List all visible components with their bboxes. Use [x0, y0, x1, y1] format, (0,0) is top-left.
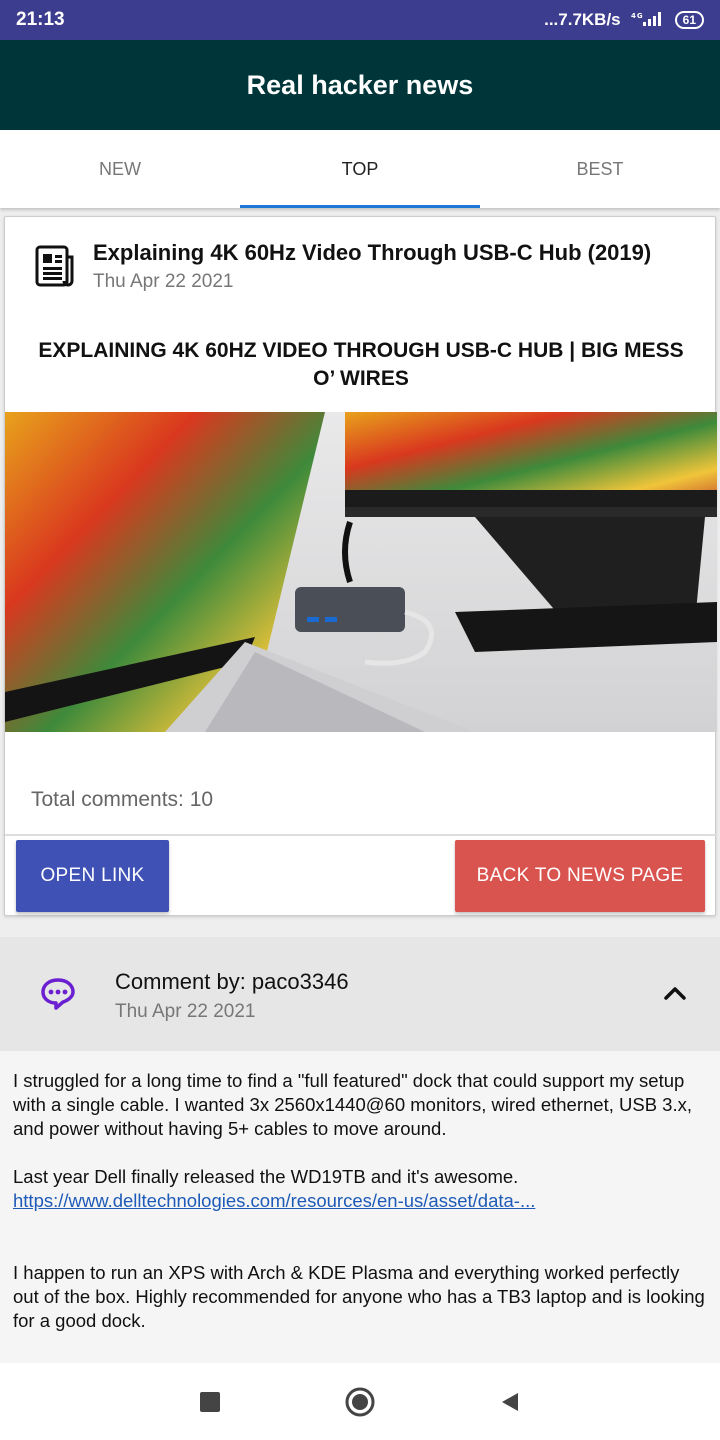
- chat-bubble-icon: [41, 978, 75, 1010]
- back-to-news-button[interactable]: BACK TO NEWS PAGE: [455, 840, 705, 912]
- comment-header[interactable]: Comment by: paco3346 Thu Apr 22 2021: [0, 937, 720, 1051]
- back-icon[interactable]: [494, 1386, 526, 1418]
- system-nav-bar: [0, 1363, 720, 1440]
- status-time: 21:13: [16, 9, 65, 30]
- tab-best[interactable]: BEST: [480, 130, 720, 208]
- battery-icon: 61: [674, 11, 704, 29]
- story-title[interactable]: Explaining 4K 60Hz Video Through USB-C H…: [93, 239, 703, 267]
- story-card: Explaining 4K 60Hz Video Through USB-C H…: [4, 216, 717, 916]
- tab-bar: NEW TOP BEST: [0, 130, 720, 208]
- status-bar: 21:13 ...7.7KB/s 4G 61: [0, 0, 720, 40]
- svg-text:4G: 4G: [631, 12, 644, 20]
- network-speed: ...7.7KB/s: [544, 10, 621, 29]
- open-link-button[interactable]: OPEN LINK: [16, 840, 169, 912]
- tab-new[interactable]: NEW: [0, 130, 240, 208]
- story-date: Thu Apr 22 2021: [93, 271, 234, 292]
- recent-apps-icon[interactable]: [194, 1386, 226, 1418]
- comment-paragraph: Last year Dell finally released the WD19…: [13, 1166, 519, 1187]
- comment-paragraph: I happen to run an XPS with Arch & KDE P…: [13, 1262, 705, 1331]
- story-headline: EXPLAINING 4K 60HZ VIDEO THROUGH USB-C H…: [38, 339, 684, 390]
- total-comments: Total comments: 10: [31, 788, 214, 811]
- newspaper-icon: [35, 245, 74, 287]
- app-title: Real hacker news: [246, 69, 474, 100]
- comment-body: I struggled for a long time to find a "f…: [0, 1051, 720, 1363]
- story-image: [5, 412, 717, 732]
- app-bar: Real hacker news: [0, 40, 720, 130]
- comment-link[interactable]: https://www.delltechnologies.com/resourc…: [13, 1190, 535, 1211]
- home-icon[interactable]: [344, 1386, 376, 1418]
- comment-author: Comment by: paco3346: [115, 969, 349, 994]
- chevron-up-icon[interactable]: [660, 981, 690, 1005]
- card-divider: [5, 834, 717, 836]
- tab-top[interactable]: TOP: [240, 130, 480, 208]
- comment-paragraph: I struggled for a long time to find a "f…: [13, 1070, 692, 1139]
- signal-icon: 4G: [631, 11, 665, 30]
- comment-date: Thu Apr 22 2021: [115, 1001, 256, 1022]
